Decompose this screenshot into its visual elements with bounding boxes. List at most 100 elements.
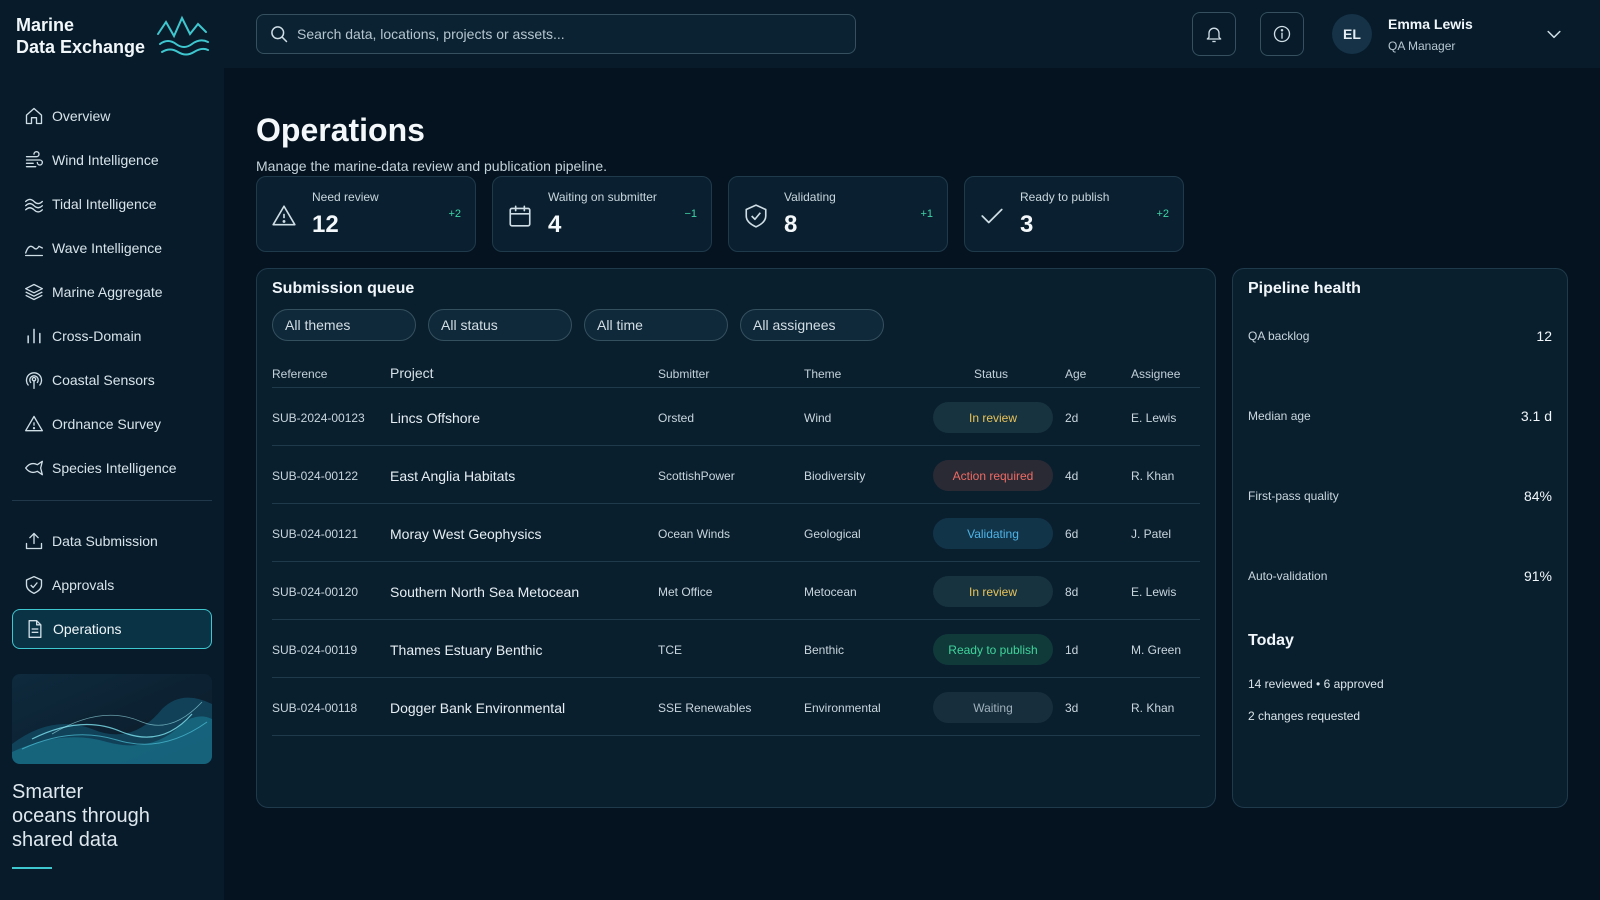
brand[interactable]: Marine Data Exchange	[16, 14, 216, 64]
user-role: QA Manager	[1388, 39, 1456, 53]
sidebar-item-label: Species Intelligence	[52, 460, 177, 476]
sidebar-item-data-submission[interactable]: Data Submission	[12, 521, 212, 561]
sidebar-item-marine-aggregate[interactable]: Marine Aggregate	[12, 272, 212, 312]
cell-submitter: Orsted	[658, 411, 695, 425]
sidebar-nav: Overview Wind Intelligence Tidal Intelli…	[12, 96, 212, 653]
sidebar-item-wave-intelligence[interactable]: Wave Intelligence	[12, 228, 212, 268]
cell-reference: SUB-024-00118	[272, 701, 358, 715]
column-header-theme[interactable]: Theme	[804, 367, 841, 381]
stat-value: 8	[784, 211, 798, 238]
sidebar-item-label: Coastal Sensors	[52, 372, 155, 388]
cell-age: 8d	[1065, 585, 1079, 599]
filter-time[interactable]: All time	[584, 309, 728, 341]
sidebar: Marine Data Exchange Overview Wind Intel…	[0, 0, 224, 900]
filter-themes[interactable]: All themes	[272, 309, 416, 341]
sidebar-item-label: Marine Aggregate	[52, 284, 163, 300]
cell-assignee: E. Lewis	[1131, 585, 1177, 599]
stat-card-validating[interactable]: Validating 8 +1	[728, 176, 948, 252]
status-badge: Validating	[933, 518, 1053, 549]
filter-status[interactable]: All status	[428, 309, 572, 341]
bar-chart-icon	[27, 328, 41, 344]
table-row[interactable]: SUB-024-00120 Southern North Sea Metocean…	[272, 561, 1200, 619]
pipeline-health-panel: Pipeline health QA backlog 12 Median age…	[1232, 268, 1568, 808]
today-title: Today	[1248, 632, 1294, 649]
column-header-assignee[interactable]: Assignee	[1131, 367, 1180, 381]
user-name[interactable]: Emma Lewis	[1388, 16, 1473, 32]
table-row[interactable]: SUB-024-00121 Moray West Geophysics Ocean …	[272, 503, 1200, 561]
metric-label-auto-validation: Auto-validation	[1248, 569, 1328, 583]
page-title: Operations	[256, 112, 425, 148]
today-changes: 2 changes requested	[1248, 709, 1361, 723]
sidebar-item-operations[interactable]: Operations	[12, 609, 212, 649]
sidebar-item-approvals[interactable]: Approvals	[12, 565, 212, 605]
sidebar-item-label: Cross-Domain	[52, 328, 142, 344]
cell-reference: SUB-2024-00123	[272, 411, 365, 425]
metric-value-first-pass-quality: 84%	[1523, 488, 1552, 504]
sidebar-item-overview[interactable]: Overview	[12, 96, 212, 136]
table-row[interactable]: SUB-024-00122 East Anglia Habitats Scottis…	[272, 445, 1200, 503]
column-header-submitter[interactable]: Submitter	[658, 367, 709, 381]
notifications-button[interactable]	[1192, 12, 1236, 56]
top-bar: EL Emma Lewis QA Manager	[224, 0, 1600, 68]
stat-label: Need review	[312, 190, 379, 204]
search-input[interactable]	[297, 26, 837, 42]
cell-assignee: J. Patel	[1131, 527, 1172, 541]
sidebar-item-wind-intelligence[interactable]: Wind Intelligence	[12, 140, 212, 180]
stat-delta: +2	[1156, 208, 1169, 220]
info-button[interactable]	[1260, 12, 1304, 56]
metric-value-qa-backlog: 12	[1536, 328, 1552, 344]
cell-theme: Benthic	[804, 643, 845, 657]
panel-title: Pipeline health	[1248, 280, 1361, 297]
cell-age: 3d	[1065, 701, 1079, 715]
column-header-reference[interactable]: Reference	[272, 367, 327, 381]
cell-submitter: ScottishPower	[658, 469, 735, 483]
column-header-age[interactable]: Age	[1065, 367, 1086, 381]
column-header-status[interactable]: Status	[974, 367, 1008, 381]
table-row[interactable]: SUB-024-00119 Thames Estuary Benthic TCE Be…	[272, 619, 1200, 677]
search-box[interactable]	[256, 14, 856, 54]
cell-assignee: M. Green	[1131, 643, 1182, 657]
shield-check-icon	[25, 576, 43, 594]
sidebar-item-label: Wind Intelligence	[52, 152, 159, 168]
sidebar-item-label: Tidal Intelligence	[52, 196, 157, 212]
table-row[interactable]: SUB-2024-00123 Lincs Offshore Orsted Wind 2d…	[272, 387, 1200, 445]
table-end-divider	[272, 735, 1200, 736]
cell-age: 6d	[1065, 527, 1079, 541]
stat-card-waiting-on-submitter[interactable]: Waiting on submitter 4 −1	[492, 176, 712, 252]
sidebar-item-ordnance-survey[interactable]: Ordnance Survey	[12, 404, 212, 444]
nav-divider	[12, 500, 212, 501]
cell-reference: SUB-024-00121	[272, 527, 359, 541]
stat-card-ready-to-publish[interactable]: Ready to publish 3 +2	[964, 176, 1184, 252]
sidebar-item-species-intelligence[interactable]: Species Intelligence	[12, 448, 212, 488]
stat-label: Validating	[784, 190, 836, 204]
cell-submitter: SSE Renewables	[658, 701, 752, 715]
document-icon	[28, 620, 42, 638]
cell-theme: Metocean	[804, 585, 857, 599]
cell-assignee: R. Khan	[1131, 701, 1175, 715]
upload-icon	[25, 532, 43, 550]
sidebar-item-coastal-sensors[interactable]: Coastal Sensors	[12, 360, 212, 400]
sidebar-item-label: Data Submission	[52, 533, 158, 549]
layers-icon	[25, 283, 43, 301]
cell-assignee: E. Lewis	[1131, 411, 1177, 425]
shield-check-icon	[745, 204, 767, 228]
sidebar-item-tidal-intelligence[interactable]: Tidal Intelligence	[12, 184, 212, 224]
avatar[interactable]: EL	[1332, 14, 1372, 54]
filter-assignees[interactable]: All assignees	[740, 309, 884, 341]
wave-icon	[25, 245, 43, 257]
status-badge: In review	[933, 576, 1053, 607]
warning-icon	[25, 415, 43, 432]
check-icon	[981, 208, 1003, 224]
sidebar-item-cross-domain[interactable]: Cross-Domain	[12, 316, 212, 356]
stat-value: 3	[1020, 211, 1034, 238]
metric-value-auto-validation: 91%	[1523, 568, 1552, 584]
stat-card-need-review[interactable]: Need review 12 +2	[256, 176, 476, 252]
stat-label: Ready to publish	[1020, 190, 1110, 204]
column-header-project[interactable]: Project	[390, 365, 434, 381]
metric-value-median-age: 3.1 d	[1520, 408, 1552, 424]
tagline: Smarter oceans through shared data	[12, 781, 150, 851]
cell-submitter: TCE	[658, 643, 682, 657]
cell-project: Thames Estuary Benthic	[390, 642, 543, 658]
chevron-down-icon[interactable]	[1544, 24, 1564, 44]
table-row[interactable]: SUB-024-00118 Dogger Bank Environmental SS…	[272, 677, 1200, 735]
